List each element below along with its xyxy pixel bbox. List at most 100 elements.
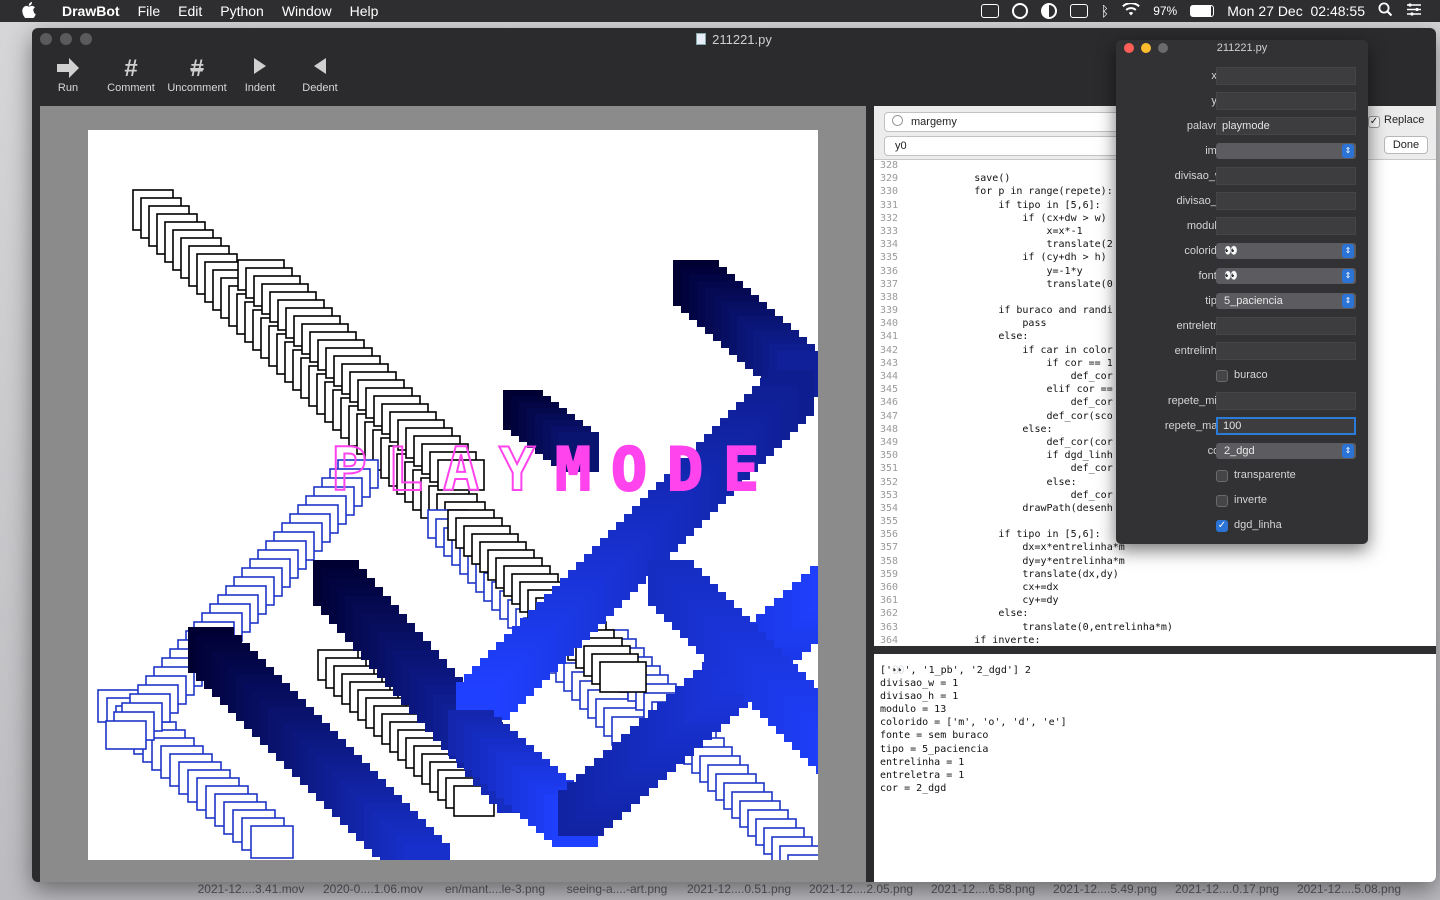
tipo-select[interactable]: 5_paciencia ⇕ <box>1216 293 1356 309</box>
vertical-splitter[interactable] <box>866 106 874 882</box>
line-number: 354 <box>879 502 898 514</box>
line-number: 357 <box>879 542 898 554</box>
uncomment-button[interactable]: # Uncomment <box>164 50 230 106</box>
code-text: def_cor <box>902 463 1113 475</box>
line-number: 340 <box>879 318 898 330</box>
menu-window[interactable]: Window <box>273 0 341 22</box>
repete-min-field[interactable] <box>1216 392 1356 410</box>
minimize-button[interactable] <box>60 33 72 45</box>
spotlight-search-icon[interactable] <box>1378 2 1393 20</box>
code-line[interactable]: 359 translate(dx,dy) <box>874 568 1436 581</box>
uncomment-hash-icon: # <box>190 55 204 82</box>
comment-button[interactable]: # Comment <box>98 50 164 106</box>
dedent-button[interactable]: Dedent <box>290 50 350 106</box>
find-input[interactable]: margemy <box>884 112 1154 132</box>
code-text: dy=y*entrelinha*m <box>902 555 1125 567</box>
code-line[interactable]: 358 dy=y*entrelinha*m <box>874 555 1436 568</box>
done-button[interactable]: Done <box>1384 136 1428 154</box>
playmode-letter: P <box>331 435 367 505</box>
code-line[interactable]: 360 cx+=dx <box>874 581 1436 594</box>
panel-zoom-button[interactable] <box>1158 43 1168 53</box>
bluetooth-icon[interactable]: ᛒ <box>1101 3 1109 19</box>
row-colorido: colorido: 👀 ⇕ <box>1116 241 1368 261</box>
transparente-checkbox[interactable] <box>1216 470 1228 482</box>
wifi-icon[interactable] <box>1122 2 1141 19</box>
entrelinha-field[interactable] <box>1216 342 1356 360</box>
x0-field[interactable] <box>1216 67 1356 85</box>
code-text: if inverte: <box>902 634 1041 646</box>
menu-python[interactable]: Python <box>211 0 273 22</box>
desktop-file-label[interactable]: 2021-12....5.49.png <box>1044 882 1166 896</box>
panel-minimize-button[interactable] <box>1141 43 1151 53</box>
line-number: 328 <box>879 160 898 171</box>
desktop-file-label[interactable]: 202 <box>1410 882 1440 896</box>
creative-cloud-icon[interactable] <box>1011 3 1028 19</box>
inverte-checkbox[interactable] <box>1216 495 1228 507</box>
divisao-h-field[interactable] <box>1216 192 1356 210</box>
run-button[interactable]: Run <box>38 50 98 106</box>
entreletra-field[interactable] <box>1216 317 1356 335</box>
replace-input[interactable]: y0 <box>884 136 1154 156</box>
fonte-select[interactable]: 👀 ⇕ <box>1216 268 1356 284</box>
desktop-file-label[interactable]: seeing-a....-art.png <box>556 882 678 896</box>
menu-edit[interactable]: Edit <box>169 0 211 22</box>
appearance-icon[interactable] <box>1040 3 1057 19</box>
desktop-file-label[interactable]: 2021-12....0.51.png <box>678 882 800 896</box>
desktop-file-label[interactable]: 2021-12....5.08.png <box>1288 882 1410 896</box>
repete-max-field[interactable]: 100 <box>1216 417 1356 435</box>
replace-label: Replace <box>1384 114 1425 126</box>
battery-percent[interactable]: 97% <box>1153 4 1177 18</box>
y0-field[interactable] <box>1216 92 1356 110</box>
buraco-checkbox[interactable] <box>1216 370 1228 382</box>
dgd-linha-checkbox[interactable]: ✓ <box>1216 520 1228 532</box>
zoom-button[interactable] <box>80 33 92 45</box>
desktop-file-label[interactable]: 2021-12....6.58.png <box>922 882 1044 896</box>
code-text: def_cor <box>902 371 1113 382</box>
cor-select[interactable]: 2_dgd ⇕ <box>1216 443 1356 459</box>
menu-app-drawbot[interactable]: DrawBot <box>44 0 129 22</box>
panel-close-button[interactable] <box>1124 43 1134 53</box>
code-text: if tipo in [5,6]: <box>902 529 1101 541</box>
indent-button[interactable]: Indent <box>230 50 290 106</box>
apple-icon[interactable] <box>14 1 44 21</box>
menu-help[interactable]: Help <box>341 0 388 22</box>
indent-arrow-icon <box>252 56 268 82</box>
desktop-file-label[interactable]: 2021-12....3.41.mov <box>190 882 312 896</box>
code-line[interactable]: 362 else: <box>874 607 1436 620</box>
desktop-file-label[interactable]: 2020-0....1.06.mov <box>312 882 434 896</box>
extension-icon[interactable] <box>980 4 999 18</box>
colorido-select[interactable]: 👀 ⇕ <box>1216 243 1356 259</box>
divisao-w-field[interactable] <box>1216 167 1356 185</box>
keyboard-icon[interactable] <box>1069 4 1088 18</box>
code-text: else: <box>902 423 1053 435</box>
hash-icon: # <box>124 55 138 82</box>
drawing-artwork: PLAYMODE <box>97 189 878 882</box>
modulo-field[interactable] <box>1216 217 1356 235</box>
variables-panel: 211221.py x0: y0: palavra: playmode img:… <box>1116 40 1368 544</box>
playmode-letter: D <box>667 435 703 505</box>
row-x0: x0: <box>1116 66 1368 86</box>
code-line[interactable]: 363 translate(0,entrelinha*m) <box>874 621 1436 634</box>
clock[interactable]: Mon 27 Dec 02:48:55 <box>1227 3 1365 19</box>
battery-icon[interactable] <box>1190 5 1215 17</box>
line-number: 362 <box>879 608 898 620</box>
drawing-output[interactable]: PLAYMODE <box>88 130 878 882</box>
replace-checkbox[interactable]: ✓ <box>1368 116 1380 128</box>
desktop-file-label[interactable]: 2021-12....2.05.png <box>800 882 922 896</box>
control-center-icon[interactable] <box>1406 3 1422 19</box>
code-line[interactable]: 364 if inverte: <box>874 634 1436 646</box>
menu-file[interactable]: File <box>129 0 170 22</box>
output-line: fonte = sem buraco <box>880 730 989 742</box>
code-text: else: <box>902 608 1029 620</box>
desktop-file-label[interactable]: en/mant....le-3.png <box>434 882 556 896</box>
canvas-area[interactable]: PLAYMODE <box>40 106 878 882</box>
desktop-file-label[interactable]: 2021-12....0.17.png <box>1166 882 1288 896</box>
palavra-field[interactable]: playmode <box>1216 117 1356 135</box>
line-number: 335 <box>879 252 898 264</box>
close-button[interactable] <box>40 33 52 45</box>
row-fonte: fonte: 👀 ⇕ <box>1116 266 1368 286</box>
horizontal-splitter[interactable] <box>874 646 1436 654</box>
output-console[interactable]: ['👀', '1_pb', '2_dgd'] 2 divisao_w = 1 div… <box>874 654 1436 882</box>
code-line[interactable]: 361 cy+=dy <box>874 594 1436 607</box>
img-select[interactable]: ⇕ <box>1216 143 1356 159</box>
